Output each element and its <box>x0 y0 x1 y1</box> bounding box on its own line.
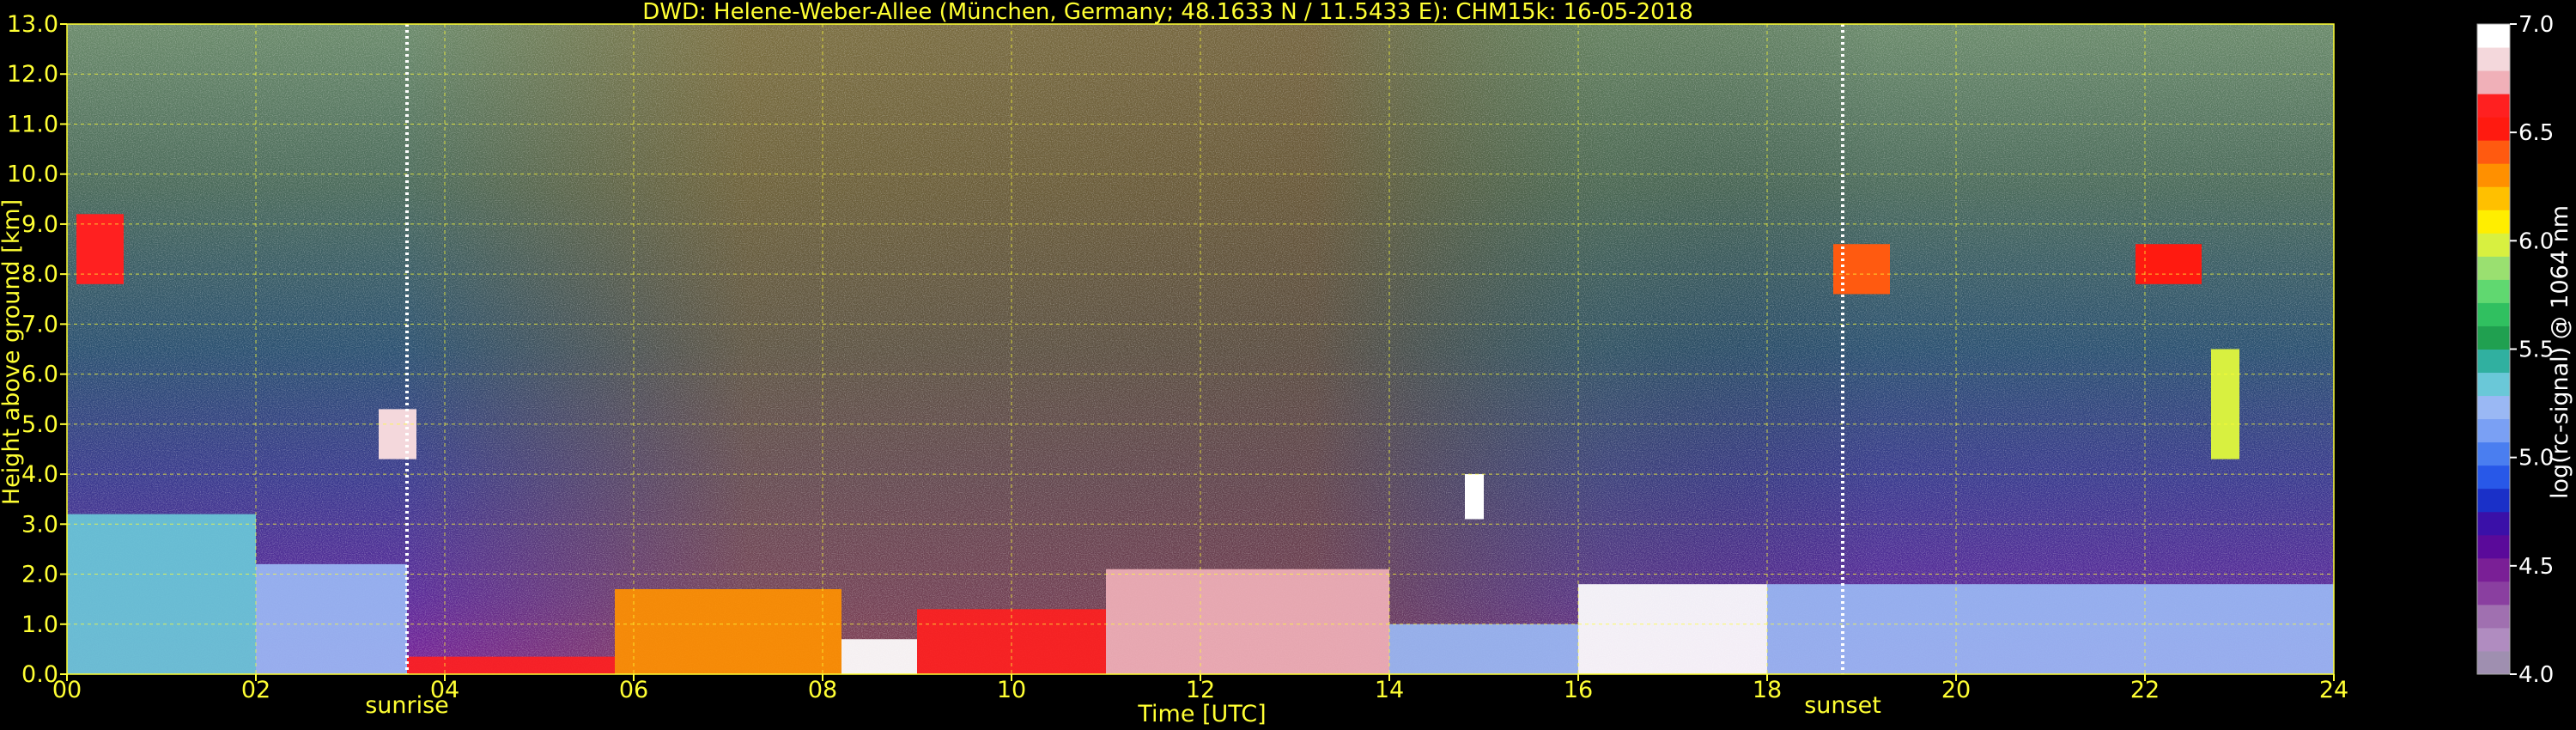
boundary-layer-region <box>841 639 917 674</box>
colorbar-segment <box>2477 441 2510 466</box>
boundary-layer-region <box>67 514 256 674</box>
cloud-feature <box>1465 474 1484 520</box>
colorbar-label: log(rc-signal) @ 1064 nm <box>2547 205 2573 499</box>
colorbar-segment <box>2477 511 2510 536</box>
sunset-label: sunset <box>1804 692 1881 719</box>
colorbar-segment <box>2477 604 2510 629</box>
colorbar-tick-label: 6.5 <box>2518 120 2554 146</box>
x-tick-label: 02 <box>241 677 270 703</box>
cloud-feature <box>2211 349 2239 459</box>
colorbar-segment <box>2477 70 2510 94</box>
y-tick-label: 11.0 <box>7 111 58 137</box>
y-tick-label: 6.0 <box>21 362 58 388</box>
colorbar-segment <box>2477 279 2510 303</box>
x-tick-label: 06 <box>619 677 648 703</box>
colorbar-segment <box>2477 534 2510 559</box>
boundary-layer-region <box>1578 584 1767 674</box>
chart-title: DWD: Helene-Weber-Allee (München, German… <box>642 0 1693 25</box>
x-tick-label: 22 <box>2130 677 2160 703</box>
x-tick-label: 10 <box>997 677 1026 703</box>
boundary-layer-region <box>1767 584 2334 674</box>
ceilometer-chart: 0.01.02.03.04.05.06.07.08.09.010.011.012… <box>0 0 2576 730</box>
colorbar-segment <box>2477 372 2510 397</box>
colorbar-segment <box>2477 395 2510 420</box>
colorbar-segment <box>2477 163 2510 187</box>
cloud-feature <box>76 214 124 284</box>
colorbar-segment <box>2477 325 2510 350</box>
x-tick-label: 16 <box>1564 677 1593 703</box>
colorbar-segment <box>2477 117 2510 141</box>
colorbar <box>2476 23 2511 675</box>
colorbar-segment <box>2477 581 2510 605</box>
boundary-layer-region <box>256 563 407 674</box>
cloud-feature <box>1833 244 1890 295</box>
y-tick-label: 1.0 <box>21 611 58 638</box>
cloud-feature <box>2136 244 2202 284</box>
y-tick-label: 7.0 <box>21 311 58 338</box>
colorbar-segment <box>2477 465 2510 490</box>
boundary-layer-region <box>407 656 615 674</box>
cloud-feature <box>379 409 416 459</box>
colorbar-tick-label: 7.0 <box>2518 12 2554 38</box>
boundary-layer-region <box>1389 624 1578 674</box>
colorbar-segment <box>2477 349 2510 374</box>
colorbar-segment <box>2477 627 2510 652</box>
colorbar-segment <box>2477 94 2510 118</box>
colorbar-segment <box>2477 302 2510 326</box>
x-tick-label: 00 <box>52 677 82 703</box>
colorbar-segment <box>2477 233 2510 257</box>
x-tick-label: 12 <box>1186 677 1215 703</box>
x-tick-label: 20 <box>1941 677 1971 703</box>
x-tick-label: 24 <box>2319 677 2348 703</box>
sunrise-label: sunrise <box>365 692 449 719</box>
y-tick-label: 5.0 <box>21 411 58 438</box>
y-tick-label: 8.0 <box>21 261 58 288</box>
boundary-layer-region <box>1106 569 1389 674</box>
x-tick-label: 14 <box>1375 677 1404 703</box>
colorbar-segment <box>2477 24 2510 48</box>
colorbar-segment <box>2477 47 2510 71</box>
x-tick-label: 18 <box>1753 677 1782 703</box>
colorbar-tick-label: 4.5 <box>2518 554 2554 580</box>
colorbar-segment <box>2477 650 2510 675</box>
y-tick-label: 10.0 <box>7 161 58 188</box>
colorbar-tick-label: 4.0 <box>2518 662 2554 688</box>
y-tick-label: 12.0 <box>7 61 58 88</box>
y-axis-label: Height above ground [km] <box>0 199 25 505</box>
y-tick-label: 9.0 <box>21 211 58 238</box>
boundary-layer-region <box>615 589 841 674</box>
colorbar-segment <box>2477 418 2510 443</box>
y-tick-label: 4.0 <box>21 461 58 488</box>
x-tick-label: 08 <box>808 677 837 703</box>
y-tick-label: 13.0 <box>7 11 58 38</box>
x-axis-label: Time [UTC] <box>1137 701 1266 727</box>
y-tick-label: 3.0 <box>21 511 58 538</box>
colorbar-segment <box>2477 488 2510 513</box>
y-tick-label: 2.0 <box>21 562 58 588</box>
colorbar-segment <box>2477 256 2510 280</box>
colorbar-segment <box>2477 186 2510 210</box>
colorbar-segment <box>2477 210 2510 234</box>
colorbar-segment <box>2477 557 2510 582</box>
colorbar-segment <box>2477 140 2510 164</box>
